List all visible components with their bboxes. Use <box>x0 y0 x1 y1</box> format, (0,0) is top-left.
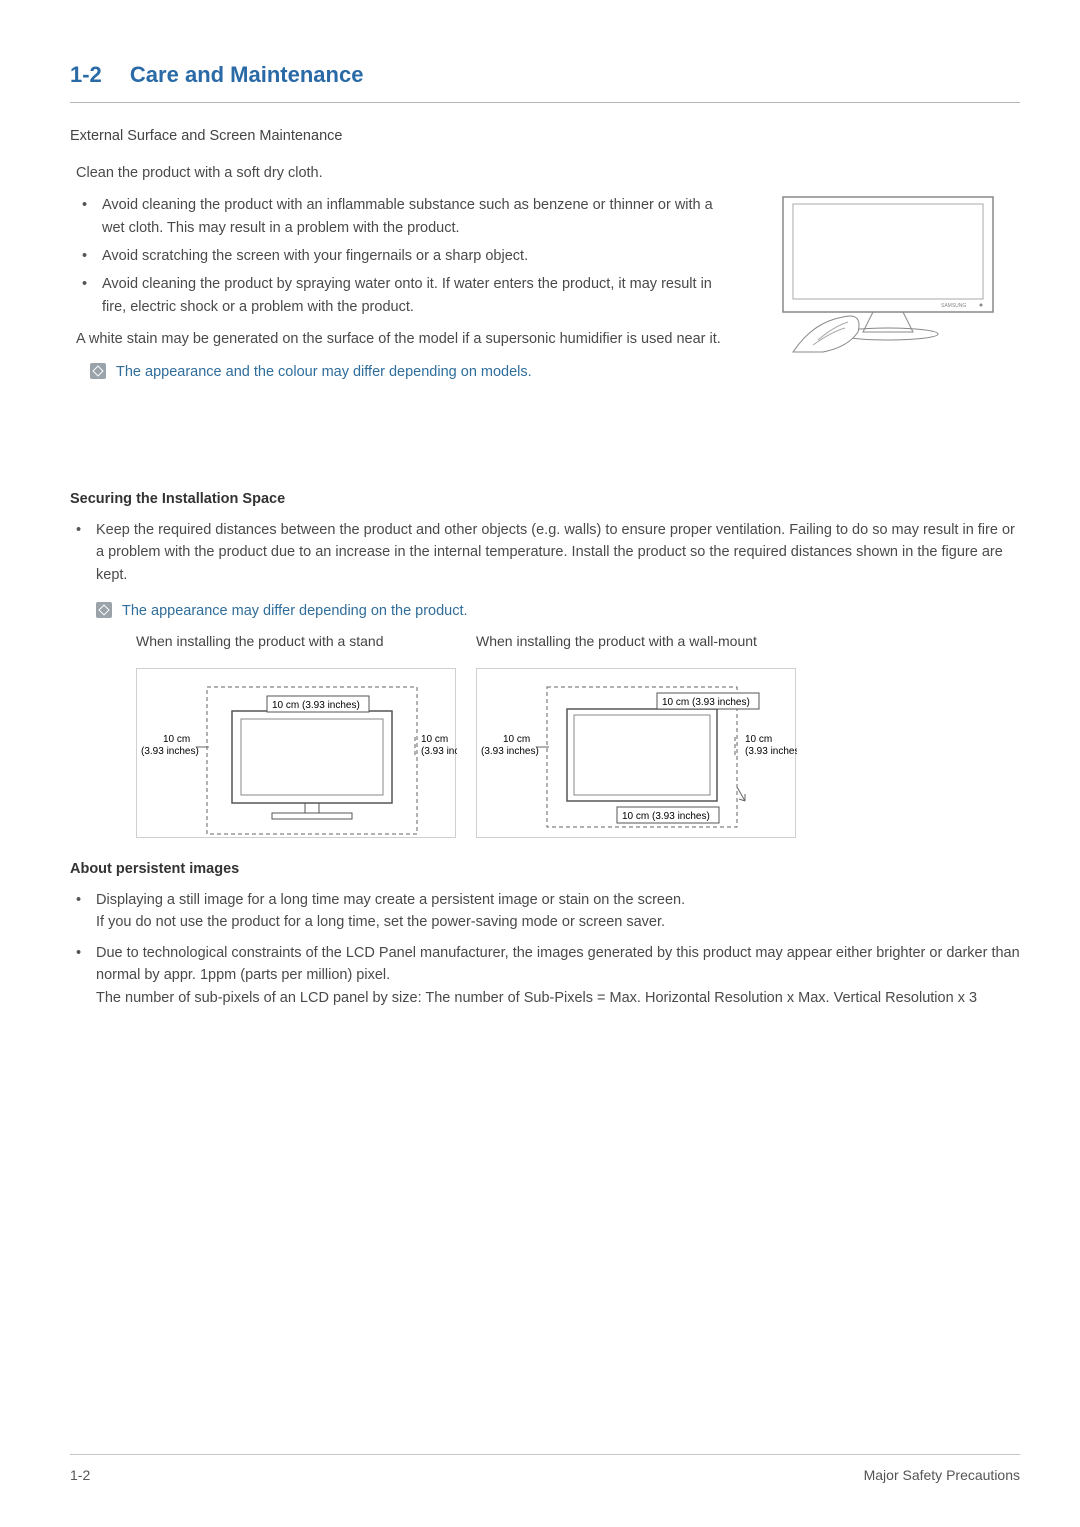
svg-text:(3.93 inches): (3.93 inches) <box>141 746 199 757</box>
note-text: The appearance may differ depending on t… <box>122 600 468 622</box>
figure-wallmount: 10 cm (3.93 inches) 10 cm (3.93 inches) … <box>476 668 796 838</box>
note-box: The appearance may differ depending on t… <box>96 600 1020 622</box>
svg-text:(3.93 inches): (3.93 inches) <box>481 746 539 757</box>
subheading-securing: Securing the Installation Space <box>70 488 1020 510</box>
note-box: The appearance and the colour may differ… <box>76 361 735 383</box>
list-item: Keep the required distances between the … <box>90 519 1020 839</box>
bullet-line: Displaying a still image for a long time… <box>96 892 685 908</box>
cleaning-bullets: Avoid cleaning the product with an infla… <box>76 194 735 318</box>
two-column-block: Clean the product with a soft dry cloth.… <box>70 162 1020 384</box>
list-item: Avoid scratching the screen with your fi… <box>96 245 735 267</box>
bullet-line: The number of sub-pixels of an LCD panel… <box>96 990 977 1006</box>
svg-text:10 cm (3.93 inches): 10 cm (3.93 inches) <box>662 697 750 708</box>
svg-text:(3.93 inches): (3.93 inches) <box>745 746 797 757</box>
footer-left: 1-2 <box>70 1465 90 1487</box>
bullet-line: Due to technological constraints of the … <box>96 945 1020 983</box>
text-column: Clean the product with a soft dry cloth.… <box>70 162 735 384</box>
svg-text:10 cm: 10 cm <box>503 734 530 745</box>
illustration-column: SAMSUNG <box>755 162 1020 384</box>
humidifier-text: A white stain may be generated on the su… <box>76 328 735 350</box>
section-number: 1-2 <box>70 62 102 87</box>
svg-text:(3.93 inches): (3.93 inches) <box>421 746 457 757</box>
brand-label: SAMSUNG <box>941 303 966 309</box>
bullet-line: If you do not use the product for a long… <box>96 914 665 930</box>
note-text: The appearance and the colour may differ… <box>116 361 532 383</box>
page-footer: 1-2 Major Safety Precautions <box>70 1454 1020 1487</box>
securing-bullets: Keep the required distances between the … <box>70 519 1020 839</box>
svg-text:10 cm: 10 cm <box>421 734 448 745</box>
bullet-text: Keep the required distances between the … <box>96 522 1015 583</box>
persistent-bullets: Displaying a still image for a long time… <box>70 889 1020 1009</box>
figure-caption: When installing the product with a wall-… <box>476 631 816 653</box>
list-item: Due to technological constraints of the … <box>90 942 1020 1009</box>
figure-stand: 10 cm (3.93 inches) 10 cm (3.93 inches) … <box>136 668 456 838</box>
subheading-external: External Surface and Screen Maintenance <box>70 125 1020 147</box>
note-icon <box>90 363 106 379</box>
section-heading: 1-2 Care and Maintenance <box>70 58 1020 103</box>
intro-text: Clean the product with a soft dry cloth. <box>76 162 735 184</box>
svg-text:10 cm (3.93 inches): 10 cm (3.93 inches) <box>622 811 710 822</box>
list-item: Avoid cleaning the product with an infla… <box>96 194 735 239</box>
svg-text:10 cm: 10 cm <box>163 734 190 745</box>
monitor-cleaning-illustration: SAMSUNG <box>763 192 1013 357</box>
figure-caption: When installing the product with a stand <box>136 631 476 653</box>
svg-text:10 cm (3.93 inches): 10 cm (3.93 inches) <box>272 700 360 711</box>
figure-row: When installing the product with a stand <box>136 631 1020 839</box>
figure-stand-column: When installing the product with a stand <box>136 631 476 839</box>
svg-text:10 cm: 10 cm <box>745 734 772 745</box>
list-item: Avoid cleaning the product by spraying w… <box>96 273 735 318</box>
note-icon <box>96 602 112 618</box>
footer-right: Major Safety Precautions <box>864 1465 1020 1487</box>
subheading-persistent: About persistent images <box>70 858 1020 880</box>
section-title-text: Care and Maintenance <box>130 62 364 87</box>
figure-wallmount-column: When installing the product with a wall-… <box>476 631 816 839</box>
list-item: Displaying a still image for a long time… <box>90 889 1020 934</box>
